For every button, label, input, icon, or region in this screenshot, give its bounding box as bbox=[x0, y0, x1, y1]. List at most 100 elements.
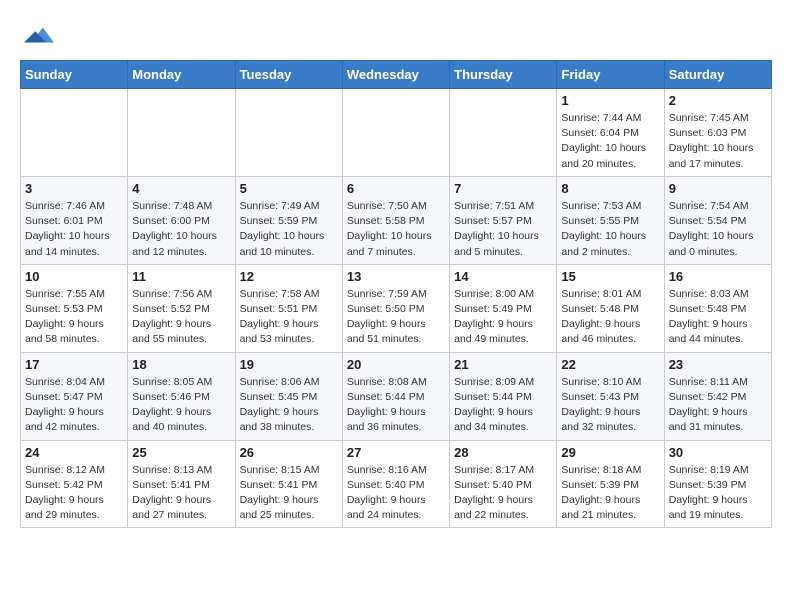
logo-icon bbox=[24, 20, 54, 50]
day-cell: 29 Sunrise: 8:18 AMSunset: 5:39 PMDayligh… bbox=[557, 440, 664, 528]
day-number: 9 bbox=[669, 181, 767, 196]
day-info: Sunrise: 8:05 AMSunset: 5:46 PMDaylight:… bbox=[132, 375, 230, 436]
day-number: 19 bbox=[240, 357, 338, 372]
day-number: 13 bbox=[347, 269, 445, 284]
day-cell: 3 Sunrise: 7:46 AMSunset: 6:01 PMDaylight… bbox=[21, 176, 128, 264]
day-header-friday: Friday bbox=[557, 61, 664, 89]
day-cell: 15Sunrise: 8:01 AMSunset: 5:48 PMDayligh… bbox=[557, 264, 664, 352]
day-cell: 11 Sunrise: 7:56 AMSunset: 5:52 PMDayligh… bbox=[128, 264, 235, 352]
week-row-3: 10Sunrise: 7:55 AMSunset: 5:53 PMDayligh… bbox=[21, 264, 772, 352]
day-number: 4 bbox=[132, 181, 230, 196]
day-cell: 12 Sunrise: 7:58 AMSunset: 5:51 PMDayligh… bbox=[235, 264, 342, 352]
day-info: Sunrise: 8:10 AMSunset: 5:43 PMDaylight:… bbox=[561, 375, 659, 436]
day-number: 2 bbox=[669, 93, 767, 108]
day-cell: 13 Sunrise: 7:59 AMSunset: 5:50 PMDayligh… bbox=[342, 264, 449, 352]
day-cell: 4 Sunrise: 7:48 AMSunset: 6:00 PMDaylight… bbox=[128, 176, 235, 264]
day-cell bbox=[235, 89, 342, 177]
day-number: 1 bbox=[561, 93, 659, 108]
day-cell: 2 Sunrise: 7:45 AMSunset: 6:03 PMDaylight… bbox=[664, 89, 771, 177]
day-info: Sunrise: 8:01 AMSunset: 5:48 PMDaylight:… bbox=[561, 287, 659, 348]
week-row-2: 3 Sunrise: 7:46 AMSunset: 6:01 PMDaylight… bbox=[21, 176, 772, 264]
day-cell: 27 Sunrise: 8:16 AMSunset: 5:40 PMDayligh… bbox=[342, 440, 449, 528]
day-number: 20 bbox=[347, 357, 445, 372]
day-cell: 28 Sunrise: 8:17 AMSunset: 5:40 PMDayligh… bbox=[450, 440, 557, 528]
day-number: 16 bbox=[669, 269, 767, 284]
day-cell: 19Sunrise: 8:06 AMSunset: 5:45 PMDayligh… bbox=[235, 352, 342, 440]
day-number: 30 bbox=[669, 445, 767, 460]
day-info: Sunrise: 8:16 AMSunset: 5:40 PMDaylight:… bbox=[347, 463, 445, 524]
day-cell: 25Sunrise: 8:13 AMSunset: 5:41 PMDayligh… bbox=[128, 440, 235, 528]
day-number: 17 bbox=[25, 357, 123, 372]
day-cell: 9 Sunrise: 7:54 AMSunset: 5:54 PMDaylight… bbox=[664, 176, 771, 264]
week-row-4: 17 Sunrise: 8:04 AMSunset: 5:47 PMDayligh… bbox=[21, 352, 772, 440]
day-number: 10 bbox=[25, 269, 123, 284]
day-header-thursday: Thursday bbox=[450, 61, 557, 89]
week-row-5: 24Sunrise: 8:12 AMSunset: 5:42 PMDayligh… bbox=[21, 440, 772, 528]
day-cell: 7 Sunrise: 7:51 AMSunset: 5:57 PMDaylight… bbox=[450, 176, 557, 264]
day-info: Sunrise: 8:08 AMSunset: 5:44 PMDaylight:… bbox=[347, 375, 445, 436]
day-cell: 17 Sunrise: 8:04 AMSunset: 5:47 PMDayligh… bbox=[21, 352, 128, 440]
header bbox=[20, 20, 772, 50]
day-number: 29 bbox=[561, 445, 659, 460]
day-info: Sunrise: 7:51 AMSunset: 5:57 PMDaylight:… bbox=[454, 199, 552, 260]
day-cell: 18 Sunrise: 8:05 AMSunset: 5:46 PMDayligh… bbox=[128, 352, 235, 440]
day-info: Sunrise: 7:54 AMSunset: 5:54 PMDaylight:… bbox=[669, 199, 767, 260]
day-number: 3 bbox=[25, 181, 123, 196]
day-cell bbox=[128, 89, 235, 177]
day-info: Sunrise: 8:11 AMSunset: 5:42 PMDaylight:… bbox=[669, 375, 767, 436]
logo bbox=[20, 20, 54, 50]
day-number: 14 bbox=[454, 269, 552, 284]
day-info: Sunrise: 7:58 AMSunset: 5:51 PMDaylight:… bbox=[240, 287, 338, 348]
day-number: 26 bbox=[240, 445, 338, 460]
day-info: Sunrise: 8:17 AMSunset: 5:40 PMDaylight:… bbox=[454, 463, 552, 524]
day-header-monday: Monday bbox=[128, 61, 235, 89]
day-number: 11 bbox=[132, 269, 230, 284]
day-number: 12 bbox=[240, 269, 338, 284]
day-number: 8 bbox=[561, 181, 659, 196]
day-header-saturday: Saturday bbox=[664, 61, 771, 89]
day-cell: 14 Sunrise: 8:00 AMSunset: 5:49 PMDayligh… bbox=[450, 264, 557, 352]
day-info: Sunrise: 7:45 AMSunset: 6:03 PMDaylight:… bbox=[669, 111, 767, 172]
day-number: 24 bbox=[25, 445, 123, 460]
day-info: Sunrise: 7:48 AMSunset: 6:00 PMDaylight:… bbox=[132, 199, 230, 260]
day-info: Sunrise: 7:59 AMSunset: 5:50 PMDaylight:… bbox=[347, 287, 445, 348]
day-cell: 1 Sunrise: 7:44 AMSunset: 6:04 PMDaylight… bbox=[557, 89, 664, 177]
day-number: 25 bbox=[132, 445, 230, 460]
day-info: Sunrise: 8:00 AMSunset: 5:49 PMDaylight:… bbox=[454, 287, 552, 348]
calendar: SundayMondayTuesdayWednesdayThursdayFrid… bbox=[20, 60, 772, 528]
day-cell bbox=[342, 89, 449, 177]
day-number: 27 bbox=[347, 445, 445, 460]
day-info: Sunrise: 7:49 AMSunset: 5:59 PMDaylight:… bbox=[240, 199, 338, 260]
day-info: Sunrise: 8:18 AMSunset: 5:39 PMDaylight:… bbox=[561, 463, 659, 524]
day-info: Sunrise: 8:19 AMSunset: 5:39 PMDaylight:… bbox=[669, 463, 767, 524]
day-number: 18 bbox=[132, 357, 230, 372]
day-cell: 26Sunrise: 8:15 AMSunset: 5:41 PMDayligh… bbox=[235, 440, 342, 528]
day-info: Sunrise: 7:50 AMSunset: 5:58 PMDaylight:… bbox=[347, 199, 445, 260]
calendar-header-row: SundayMondayTuesdayWednesdayThursdayFrid… bbox=[21, 61, 772, 89]
day-cell: 21Sunrise: 8:09 AMSunset: 5:44 PMDayligh… bbox=[450, 352, 557, 440]
day-cell: 20 Sunrise: 8:08 AMSunset: 5:44 PMDayligh… bbox=[342, 352, 449, 440]
day-number: 28 bbox=[454, 445, 552, 460]
day-cell: 23 Sunrise: 8:11 AMSunset: 5:42 PMDayligh… bbox=[664, 352, 771, 440]
day-info: Sunrise: 7:46 AMSunset: 6:01 PMDaylight:… bbox=[25, 199, 123, 260]
day-info: Sunrise: 7:53 AMSunset: 5:55 PMDaylight:… bbox=[561, 199, 659, 260]
day-cell: 8 Sunrise: 7:53 AMSunset: 5:55 PMDaylight… bbox=[557, 176, 664, 264]
day-cell: 22Sunrise: 8:10 AMSunset: 5:43 PMDayligh… bbox=[557, 352, 664, 440]
day-cell: 24Sunrise: 8:12 AMSunset: 5:42 PMDayligh… bbox=[21, 440, 128, 528]
day-cell bbox=[21, 89, 128, 177]
day-number: 5 bbox=[240, 181, 338, 196]
day-cell: 5 Sunrise: 7:49 AMSunset: 5:59 PMDaylight… bbox=[235, 176, 342, 264]
day-cell: 30 Sunrise: 8:19 AMSunset: 5:39 PMDayligh… bbox=[664, 440, 771, 528]
day-header-wednesday: Wednesday bbox=[342, 61, 449, 89]
day-info: Sunrise: 8:04 AMSunset: 5:47 PMDaylight:… bbox=[25, 375, 123, 436]
day-cell: 6Sunrise: 7:50 AMSunset: 5:58 PMDaylight… bbox=[342, 176, 449, 264]
day-info: Sunrise: 8:03 AMSunset: 5:48 PMDaylight:… bbox=[669, 287, 767, 348]
day-header-sunday: Sunday bbox=[21, 61, 128, 89]
day-info: Sunrise: 7:44 AMSunset: 6:04 PMDaylight:… bbox=[561, 111, 659, 172]
day-number: 23 bbox=[669, 357, 767, 372]
day-number: 7 bbox=[454, 181, 552, 196]
day-info: Sunrise: 8:09 AMSunset: 5:44 PMDaylight:… bbox=[454, 375, 552, 436]
day-cell: 16 Sunrise: 8:03 AMSunset: 5:48 PMDayligh… bbox=[664, 264, 771, 352]
day-info: Sunrise: 7:56 AMSunset: 5:52 PMDaylight:… bbox=[132, 287, 230, 348]
week-row-1: 1 Sunrise: 7:44 AMSunset: 6:04 PMDaylight… bbox=[21, 89, 772, 177]
